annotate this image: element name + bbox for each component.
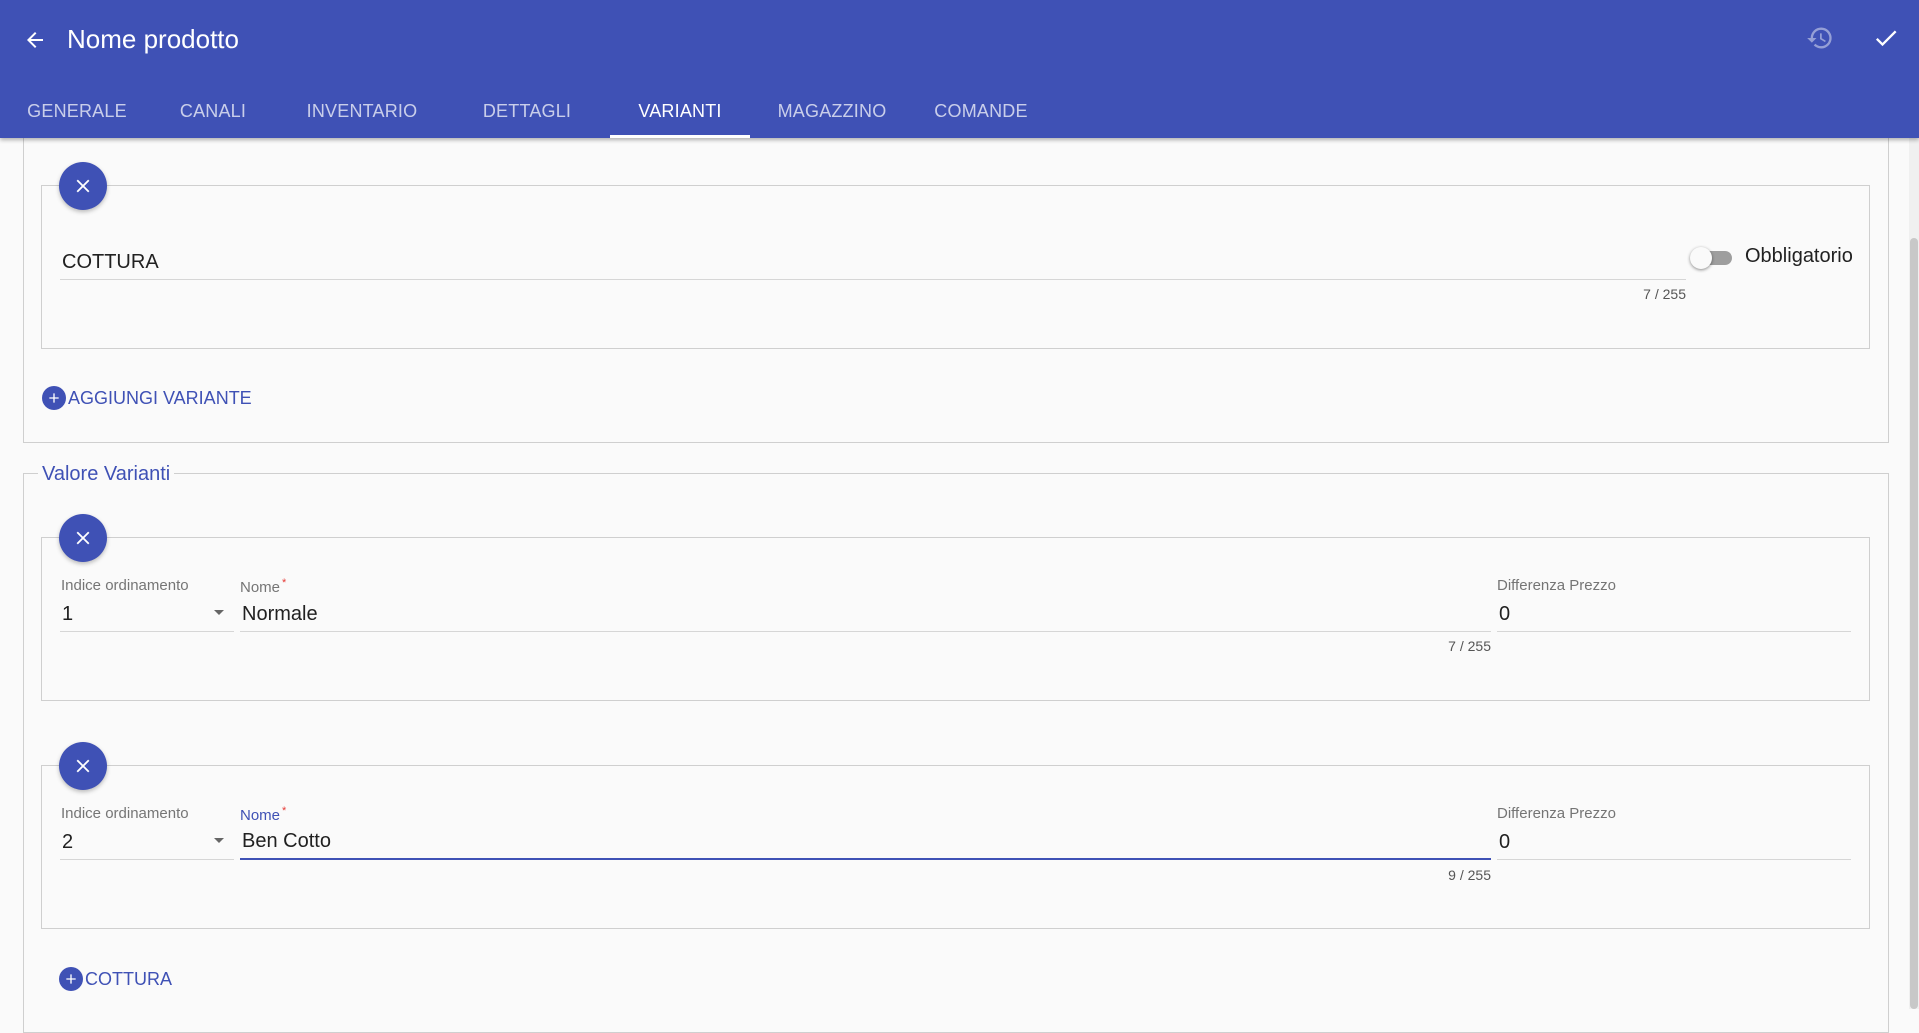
value-name-input[interactable] bbox=[240, 597, 1491, 632]
value-name-input[interactable] bbox=[240, 825, 1491, 860]
name-label: Nome * bbox=[240, 577, 287, 596]
obbligatorio-toggle[interactable] bbox=[1690, 246, 1734, 270]
tab-dettagli[interactable]: DETTAGLI bbox=[448, 84, 606, 138]
tab-canali[interactable]: CANALI bbox=[150, 84, 276, 138]
index-select-value[interactable]: 1 bbox=[62, 603, 73, 626]
price-diff-label: Differenza Prezzo bbox=[1497, 805, 1616, 822]
tab-bar: GENERALE CANALI INVENTARIO DETTAGLI VARI… bbox=[0, 84, 1058, 138]
chevron-down-icon[interactable] bbox=[214, 838, 224, 843]
chevron-down-icon[interactable] bbox=[214, 610, 224, 615]
value-name-counter: 9 / 255 bbox=[1448, 867, 1491, 883]
page-title: Nome prodotto bbox=[67, 24, 239, 54]
index-select-underline bbox=[60, 631, 234, 632]
price-diff-input[interactable] bbox=[1497, 597, 1851, 632]
close-icon bbox=[76, 759, 90, 773]
name-label: Nome * bbox=[240, 805, 287, 824]
index-select-value[interactable]: 2 bbox=[62, 831, 73, 854]
tab-comande[interactable]: COMANDE bbox=[904, 84, 1058, 138]
add-variant-button[interactable]: AGGIUNGI VARIANTE bbox=[42, 386, 252, 410]
variant-name-counter: 7 / 255 bbox=[1643, 286, 1686, 302]
close-icon bbox=[76, 531, 90, 545]
variant-name-input[interactable] bbox=[60, 245, 1686, 280]
check-icon[interactable] bbox=[1866, 18, 1906, 58]
restore-icon[interactable] bbox=[1800, 18, 1840, 58]
tab-varianti[interactable]: VARIANTI bbox=[610, 84, 750, 138]
remove-value-button[interactable] bbox=[59, 514, 107, 562]
index-label: Indice ordinamento bbox=[61, 805, 189, 822]
arrow-left-icon[interactable] bbox=[15, 20, 55, 60]
plus-icon bbox=[42, 386, 66, 410]
toggle-label: Obbligatorio bbox=[1745, 245, 1853, 267]
tab-magazzino[interactable]: MAGAZZINO bbox=[750, 84, 914, 138]
add-variant-label: AGGIUNGI VARIANTE bbox=[68, 387, 252, 408]
index-select-underline bbox=[60, 859, 234, 860]
scrollbar-thumb[interactable] bbox=[1910, 238, 1918, 1009]
add-value-button[interactable]: COTTURA bbox=[59, 967, 172, 991]
tab-inventario[interactable]: INVENTARIO bbox=[272, 84, 452, 138]
add-value-label: COTTURA bbox=[85, 968, 172, 989]
remove-value-button[interactable] bbox=[59, 742, 107, 790]
tab-generale[interactable]: GENERALE bbox=[0, 84, 154, 138]
close-icon bbox=[76, 179, 90, 193]
price-diff-input[interactable] bbox=[1497, 825, 1851, 860]
variant-values-legend: Valore Varianti bbox=[38, 460, 175, 488]
value-name-counter: 7 / 255 bbox=[1448, 638, 1491, 654]
remove-variant-button[interactable] bbox=[59, 162, 107, 210]
plus-icon bbox=[59, 967, 83, 991]
price-diff-label: Differenza Prezzo bbox=[1497, 577, 1616, 594]
app-bar: Nome prodotto GENERALE CANALI INVENTARIO… bbox=[0, 0, 1919, 138]
index-label: Indice ordinamento bbox=[61, 577, 189, 594]
